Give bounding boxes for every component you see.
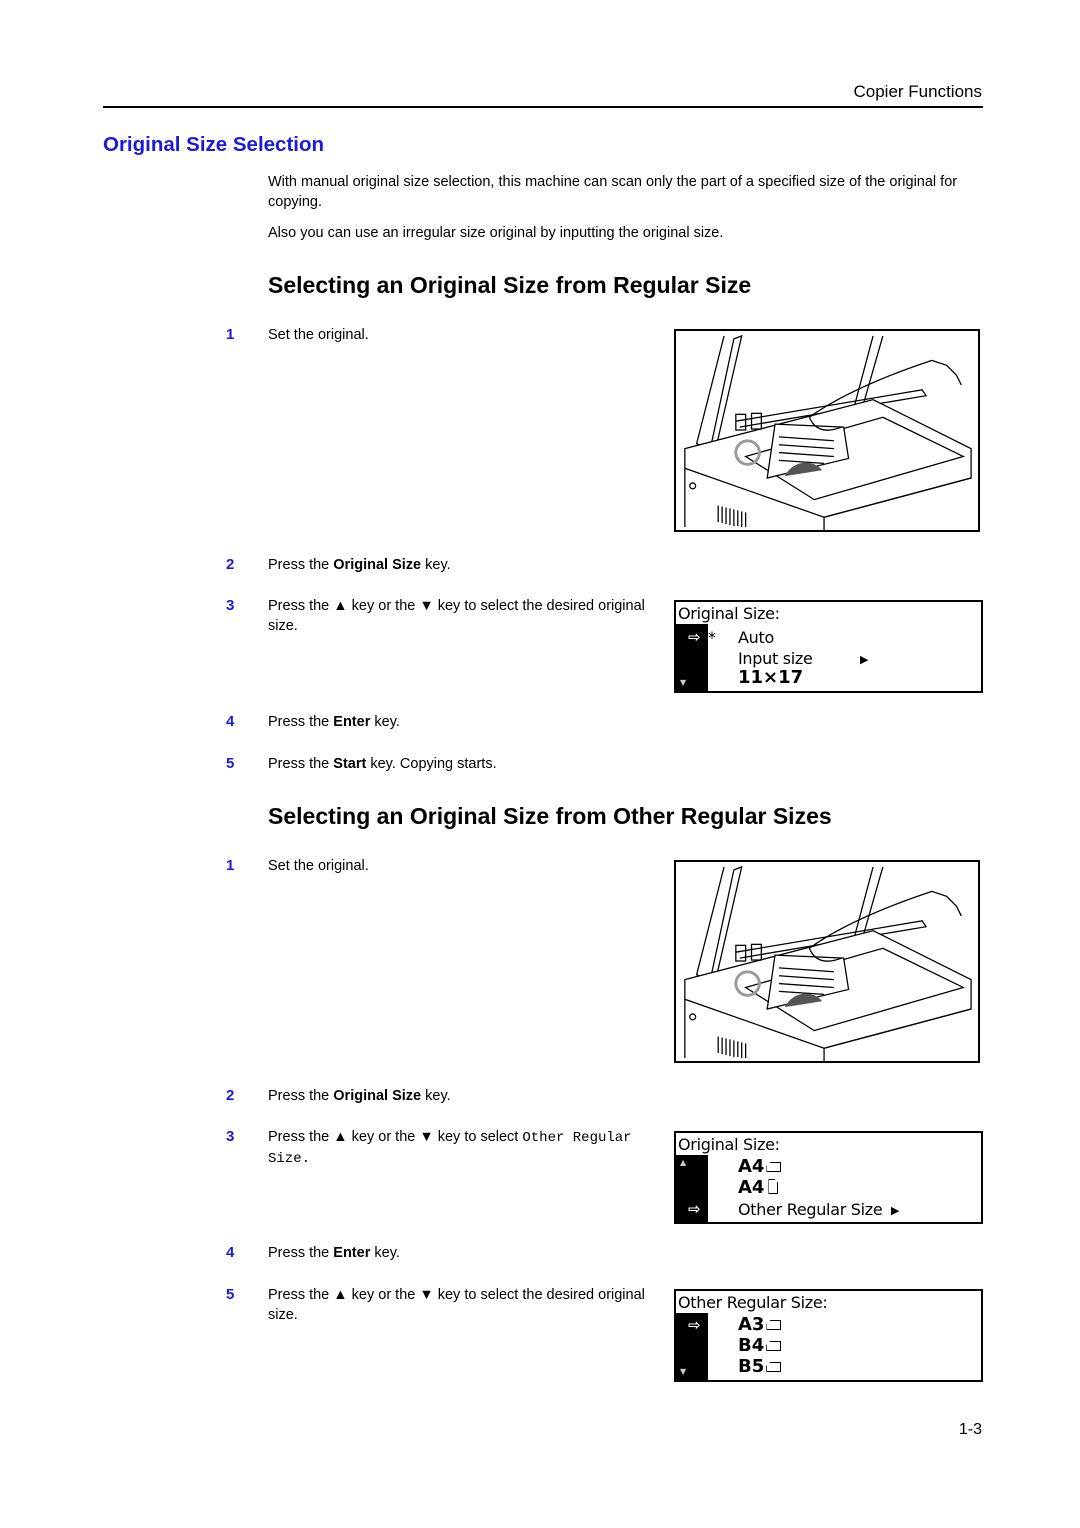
- default-mark: *: [708, 628, 716, 647]
- landscape-paper-icon: [766, 1362, 782, 1372]
- size-label: A3: [738, 1314, 765, 1335]
- step-number: 2: [226, 556, 235, 573]
- step-number: 4: [226, 1244, 235, 1261]
- arrow-right-icon: ⇨: [688, 628, 701, 646]
- lcd-option-11x17[interactable]: 11×17: [738, 668, 803, 688]
- copier-illustration: [684, 334, 972, 530]
- lcd-option-b5[interactable]: B5: [738, 1356, 782, 1377]
- step-text-part: Press the: [268, 557, 334, 573]
- arrow-right-icon: ⇨: [688, 1200, 701, 1218]
- copier-illustration: [684, 865, 972, 1061]
- page-number: 1-3: [958, 1421, 982, 1438]
- step-number: 5: [226, 1286, 235, 1303]
- size-label: B5: [738, 1356, 765, 1377]
- step-number: 5: [226, 755, 235, 772]
- lcd-title: Original Size:: [678, 1135, 782, 1155]
- step-number: 3: [226, 597, 235, 614]
- step-text-part: Press the: [268, 1245, 334, 1261]
- size-label: B4: [738, 1335, 765, 1356]
- lcd-original-size: Original Size: ⇨ * Auto Input size ▶ 11×…: [674, 600, 983, 693]
- intro-paragraph-2: Also you can use an irregular size origi…: [268, 225, 724, 241]
- lcd-option-a4-portrait[interactable]: A4: [738, 1178, 778, 1198]
- header-rule: [103, 106, 983, 108]
- lcd-option-input-size[interactable]: Input size: [738, 649, 813, 669]
- step-text-part: key.: [421, 557, 451, 573]
- key-name: Enter: [333, 1245, 371, 1261]
- step-text-part: key. Copying starts.: [366, 756, 497, 772]
- step-text: Press the ▲ key or the ▼ key to select O…: [268, 1127, 648, 1169]
- lcd-other-regular-size: Other Regular Size: ⇨ A3 B4 B5 ▼: [674, 1289, 983, 1382]
- scroll-up-icon: ▲: [680, 1158, 687, 1167]
- lcd-option-b4[interactable]: B4: [738, 1335, 782, 1356]
- lcd-title: Other Regular Size:: [678, 1293, 830, 1313]
- step-text: Press the Original Size key.: [268, 1086, 648, 1106]
- step-text-part: Press the ▲ key or the ▼ key to select: [268, 1129, 523, 1145]
- step-text-part: Press the: [268, 714, 334, 730]
- step-text: Press the Start key. Copying starts.: [268, 754, 648, 774]
- submenu-arrow-icon: ▶: [860, 653, 869, 666]
- landscape-paper-icon: [766, 1341, 782, 1351]
- scroll-down-icon: ▼: [680, 1367, 687, 1376]
- lcd-original-size-other: Original Size: ▲ A4 A4 ⇨ Other Regular S…: [674, 1131, 983, 1224]
- arrow-right-icon: ⇨: [688, 1316, 701, 1334]
- lcd-option-other-regular-size[interactable]: Other Regular Size: [738, 1200, 883, 1220]
- step-number: 2: [226, 1087, 235, 1104]
- running-head: Copier Functions: [853, 82, 982, 101]
- landscape-paper-icon: [766, 1162, 782, 1172]
- step-text-part: key.: [421, 1088, 451, 1104]
- step-text: Set the original.: [268, 327, 369, 343]
- step-text: Press the Enter key.: [268, 712, 648, 732]
- step-number: 4: [226, 713, 235, 730]
- heading-other-regular-sizes: Selecting an Original Size from Other Re…: [268, 803, 832, 829]
- heading-regular-size: Selecting an Original Size from Regular …: [268, 272, 752, 298]
- step-number: 1: [226, 326, 235, 343]
- lcd-option-auto[interactable]: Auto: [738, 628, 774, 648]
- figure-set-original: [674, 329, 980, 532]
- portrait-paper-icon: [768, 1179, 778, 1194]
- step-text: Press the ▲ key or the ▼ key to select t…: [268, 598, 645, 634]
- step-text-part: Press the: [268, 756, 334, 772]
- key-name: Original Size: [333, 557, 422, 573]
- size-label: A4: [738, 1177, 765, 1198]
- step-text: Set the original.: [268, 858, 369, 874]
- step-text: Press the Enter key.: [268, 1243, 648, 1263]
- lcd-option-a4-landscape[interactable]: A4: [738, 1156, 782, 1177]
- lcd-title: Original Size:: [678, 604, 782, 624]
- figure-set-original: [674, 860, 980, 1063]
- submenu-arrow-icon: ▶: [891, 1204, 900, 1217]
- step-text-part: key.: [370, 1245, 400, 1261]
- lcd-option-a3[interactable]: A3: [738, 1314, 782, 1335]
- step-text: Press the ▲ key or the ▼ key to select t…: [268, 1287, 645, 1323]
- size-label: A4: [738, 1156, 765, 1177]
- key-name: Enter: [333, 714, 371, 730]
- step-number: 3: [226, 1128, 235, 1145]
- step-text-part: Press the: [268, 1088, 334, 1104]
- section-title: Original Size Selection: [103, 133, 325, 156]
- landscape-paper-icon: [766, 1320, 782, 1330]
- step-number: 1: [226, 857, 235, 874]
- key-name: Original Size: [333, 1088, 422, 1104]
- scroll-down-icon: ▼: [680, 678, 687, 687]
- step-text-part: .: [301, 1151, 311, 1167]
- step-text-part: key.: [370, 714, 400, 730]
- step-text: Press the Original Size key.: [268, 555, 648, 575]
- key-name: Start: [333, 756, 367, 772]
- intro-paragraph-1: With manual original size selection, thi…: [268, 174, 958, 210]
